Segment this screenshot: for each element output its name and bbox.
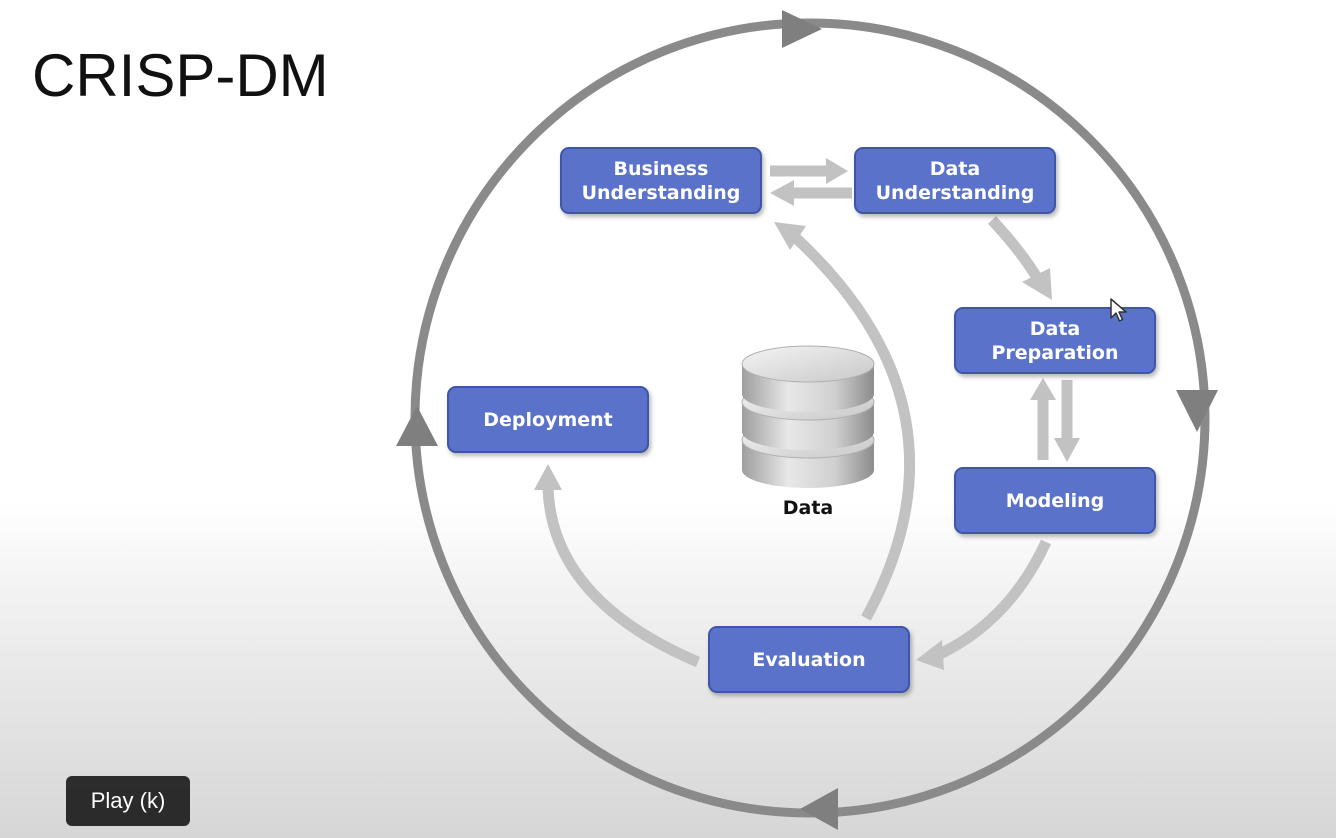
- outer-arrow-top: [782, 10, 822, 48]
- mouse-cursor-icon: [1110, 298, 1127, 322]
- outer-arrow-right: [1176, 390, 1218, 432]
- data-label: Data: [782, 497, 834, 519]
- phase-deployment: Deployment: [447, 386, 649, 453]
- outer-arrow-left: [396, 406, 438, 446]
- database-icon: [741, 345, 875, 488]
- phase-data-understanding: Data Understanding: [854, 147, 1056, 214]
- crisp-dm-diagram: [396, 10, 1218, 830]
- phase-modeling: Modeling: [954, 467, 1156, 534]
- phase-business-understanding: Business Understanding: [560, 147, 762, 214]
- outer-arrow-bottom: [800, 788, 838, 830]
- video-frame[interactable]: CRISP-DM Business Understanding Data Und…: [0, 0, 1336, 838]
- phase-evaluation: Evaluation: [708, 626, 910, 693]
- play-tooltip: Play (k): [66, 776, 190, 826]
